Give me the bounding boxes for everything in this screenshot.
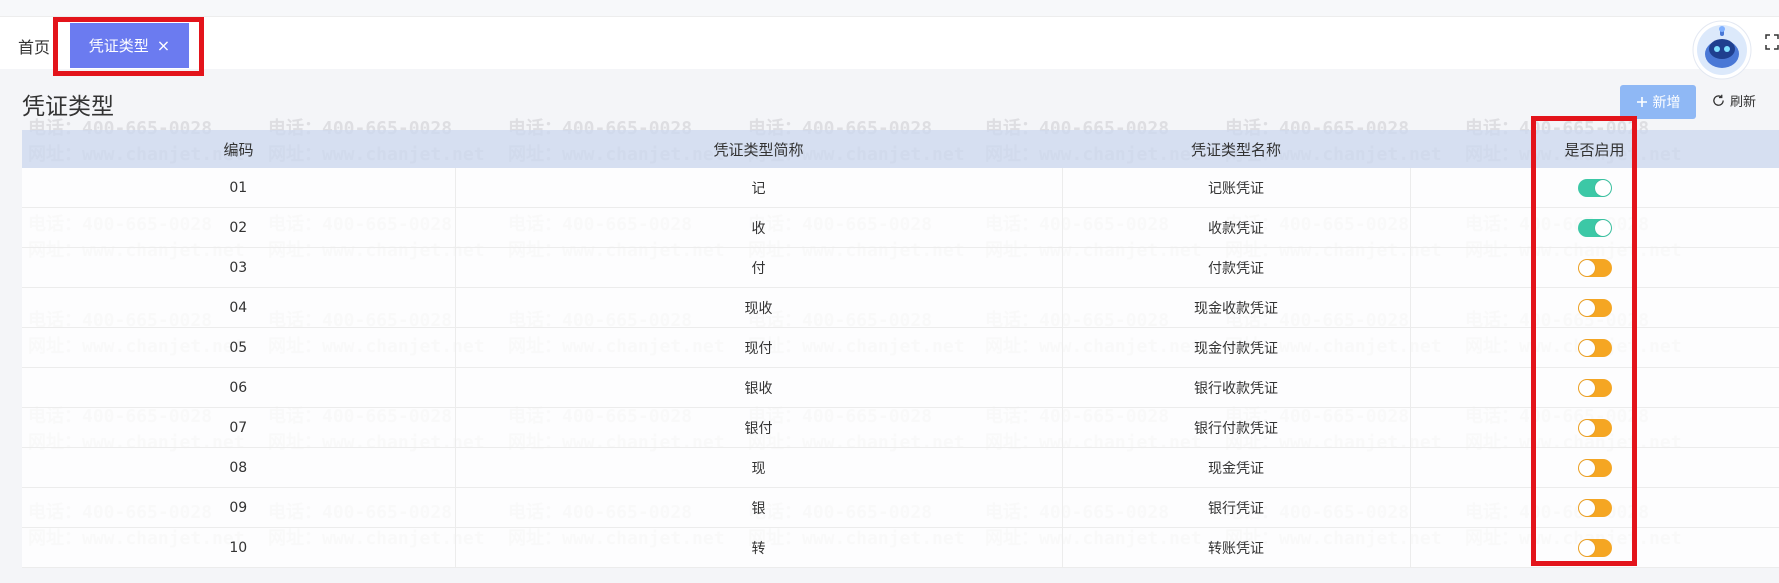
cell-enabled (1410, 367, 1779, 408)
cell-code: 10 (22, 527, 456, 568)
enabled-toggle[interactable] (1577, 338, 1612, 357)
toggle-knob (1578, 499, 1595, 516)
table-row[interactable]: 07 银付 银行付款凭证 (22, 407, 1779, 448)
cell-short-name: 现收 (455, 287, 1063, 328)
enabled-toggle[interactable] (1577, 458, 1612, 477)
add-button-label: 新增 (1652, 95, 1681, 111)
cell-full-name: 记账凭证 (1062, 168, 1411, 208)
table-row[interactable]: 08 现现金凭证 (22, 447, 1779, 488)
table-row[interactable]: 10 转转账凭证 (22, 527, 1779, 568)
cell-full-name: 收款凭证 (1062, 207, 1411, 248)
tab-bar: 首页 凭证类型 × (0, 17, 1779, 69)
cell-code: 07 (22, 407, 456, 448)
cell-code: 01 (22, 168, 456, 208)
toggle-knob (1578, 379, 1595, 396)
cell-enabled (1410, 447, 1779, 488)
cell-full-name: 银行凭证 (1062, 487, 1411, 528)
table-row[interactable]: 06 银收 银行收款凭证 (22, 367, 1779, 408)
cell-enabled (1410, 168, 1779, 208)
cell-short-name: 银 (455, 487, 1063, 528)
cell-enabled (1410, 487, 1779, 528)
add-button[interactable]: 新增 (1620, 85, 1696, 119)
plus-icon (1636, 97, 1647, 107)
cell-full-name: 现金凭证 (1062, 447, 1411, 488)
cell-short-name: 转 (455, 527, 1063, 568)
header-short-name[interactable]: 凭证类型简称 (455, 130, 1062, 168)
refresh-button[interactable]: 刷新 (1712, 91, 1756, 110)
toggle-knob (1578, 419, 1595, 436)
cell-full-name: 银行付款凭证 (1062, 407, 1411, 448)
cell-full-name: 现金付款凭证 (1062, 327, 1411, 368)
page-title: 凭证类型 (22, 94, 114, 120)
cell-full-name: 转账凭证 (1062, 527, 1411, 568)
enabled-toggle[interactable] (1577, 498, 1612, 517)
fullscreen-icon[interactable] (1765, 34, 1779, 50)
toggle-knob (1578, 299, 1595, 316)
cell-full-name: 现金收款凭证 (1062, 287, 1411, 328)
toggle-knob (1578, 339, 1595, 356)
cell-short-name: 现付 (455, 327, 1063, 368)
header-code[interactable]: 编码 (22, 130, 455, 168)
refresh-button-label: 刷新 (1730, 95, 1757, 110)
top-strip (0, 0, 1779, 17)
tab-highlight-box (53, 17, 204, 76)
enabled-toggle[interactable] (1577, 218, 1612, 237)
header-enabled[interactable]: 是否启用 (1410, 130, 1779, 168)
toggle-knob (1578, 539, 1595, 556)
enabled-toggle[interactable] (1577, 378, 1612, 397)
cell-enabled (1410, 207, 1779, 248)
cell-enabled (1410, 527, 1779, 568)
toggle-knob (1578, 259, 1595, 276)
enabled-toggle[interactable] (1577, 178, 1612, 197)
cell-short-name: 银付 (455, 407, 1063, 448)
cell-short-name: 记 (455, 168, 1063, 208)
cell-code: 06 (22, 367, 456, 408)
cell-enabled (1410, 247, 1779, 288)
cell-enabled (1410, 287, 1779, 328)
refresh-icon (1713, 94, 1724, 106)
table-row[interactable]: 04 现收 现金收款凭证 (22, 287, 1779, 328)
enabled-toggle[interactable] (1577, 538, 1612, 557)
tab-home[interactable]: 首页 (18, 34, 50, 58)
cell-code: 05 (22, 327, 456, 368)
table-header-row: 编码 凭证类型简称 凭证类型名称 是否启用 (22, 130, 1779, 168)
robot-avatar-icon[interactable] (1692, 20, 1752, 80)
enabled-toggle[interactable] (1577, 418, 1612, 437)
voucher-type-table: 编码 凭证类型简称 凭证类型名称 是否启用 01 记记账凭证 02 收收款凭证 03 付付… (22, 130, 1779, 568)
table-row[interactable]: 02 收收款凭证 (22, 207, 1779, 248)
cell-code: 03 (22, 247, 456, 288)
header-full-name[interactable]: 凭证类型名称 (1062, 130, 1410, 168)
cell-short-name: 付 (455, 247, 1063, 288)
toggle-knob (1594, 219, 1611, 236)
toggle-knob (1578, 459, 1595, 476)
cell-short-name: 现 (455, 447, 1063, 488)
table-row[interactable]: 09 银银行凭证 (22, 487, 1779, 528)
enabled-toggle[interactable] (1577, 298, 1612, 317)
cell-code: 09 (22, 487, 456, 528)
toggle-knob (1594, 179, 1611, 196)
cell-short-name: 收 (455, 207, 1063, 248)
table-row[interactable]: 01 记记账凭证 (22, 168, 1779, 208)
cell-full-name: 银行收款凭证 (1062, 367, 1411, 408)
cell-code: 02 (22, 207, 456, 248)
table-row[interactable]: 05 现付 现金付款凭证 (22, 327, 1779, 368)
cell-code: 08 (22, 447, 456, 488)
cell-full-name: 付款凭证 (1062, 247, 1411, 288)
cell-enabled (1410, 327, 1779, 368)
table-row[interactable]: 03 付付款凭证 (22, 247, 1779, 288)
enabled-toggle[interactable] (1577, 258, 1612, 277)
cell-short-name: 银收 (455, 367, 1063, 408)
cell-code: 04 (22, 287, 456, 328)
cell-enabled (1410, 407, 1779, 448)
